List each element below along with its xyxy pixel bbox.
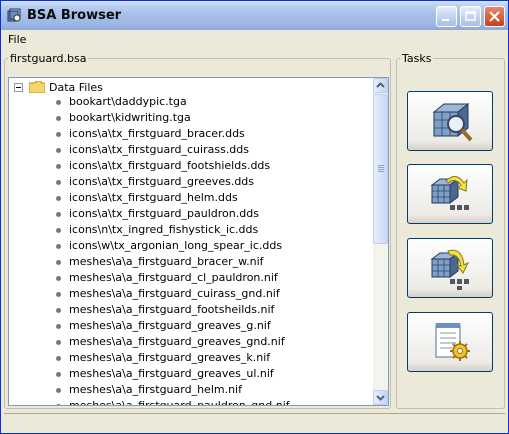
maximize-icon <box>465 11 476 21</box>
scroll-down-button[interactable] <box>373 390 388 405</box>
extract-all-button[interactable] <box>407 238 493 298</box>
tree-item[interactable]: meshes\a\a_firstguard_helm.nif <box>9 382 369 398</box>
file-tree[interactable]: Data Files bookart\daddypic.tga bookart\k… <box>8 77 389 406</box>
file-bullet-icon <box>56 212 61 217</box>
window-title: BSA Browser <box>27 8 122 23</box>
maximize-button[interactable] <box>460 6 481 27</box>
tree-item[interactable]: meshes\a\a_firstguard_greaves_g.nif <box>9 318 369 334</box>
file-bullet-icon <box>56 292 61 297</box>
file-bullet-icon <box>56 356 61 361</box>
file-bullet-icon <box>56 116 61 121</box>
tasks-label: Tasks <box>400 52 434 65</box>
collapse-toggle[interactable] <box>14 83 23 92</box>
tree-item[interactable]: meshes\a\a_firstguard_cuirass_gnd.nif <box>9 286 369 302</box>
scroll-thumb[interactable] <box>373 94 388 244</box>
file-bullet-icon <box>56 324 61 329</box>
tree-item[interactable]: icons\a\tx_firstguard_bracer.dds <box>9 126 369 142</box>
arrow-down-icon <box>376 395 385 401</box>
status-bar <box>4 413 505 432</box>
tree-root-node[interactable]: Data Files <box>9 78 309 94</box>
tree-item-label: icons\a\tx_firstguard_pauldron.dds <box>69 207 259 220</box>
minimize-button[interactable] <box>436 6 457 27</box>
tree-item-label: meshes\a\a_firstguard_bracer_w.nif <box>69 255 264 268</box>
minimize-icon <box>442 19 449 21</box>
tree-item-label: meshes\a\a_firstguard_cuirass_gnd.nif <box>69 287 280 300</box>
tree-item-label: meshes\a\a_firstguard_pauldron_gnd.nif <box>69 399 290 406</box>
close-icon <box>489 11 500 22</box>
settings-notepad-icon <box>435 323 470 361</box>
tree-item-label: icons\a\tx_firstguard_bracer.dds <box>69 127 245 140</box>
tree-root-label: Data Files <box>49 81 103 94</box>
tree-item[interactable]: meshes\a\a_firstguard_pauldron_gnd.nif <box>9 398 369 406</box>
tree-item-label: meshes\a\a_firstguard_greaves_ul.nif <box>69 367 274 380</box>
tree-item-label: meshes\a\a_firstguard_greaves_g.nif <box>69 319 271 332</box>
tree-item-label: bookart\daddypic.tga <box>69 95 187 108</box>
tree-item-label: icons\a\tx_firstguard_cuirass.dds <box>69 143 250 156</box>
archive-name: firstguard.bsa <box>8 52 89 65</box>
file-bullet-icon <box>56 404 61 405</box>
scroll-up-button[interactable] <box>373 78 388 93</box>
file-bullet-icon <box>56 132 61 137</box>
tree-item-label: icons\a\tx_firstguard_greeves.dds <box>69 175 255 188</box>
file-bullet-icon <box>56 260 61 265</box>
file-bullet-icon <box>56 228 61 233</box>
settings-button[interactable] <box>407 312 493 372</box>
file-bullet-icon <box>56 180 61 185</box>
tree-item[interactable]: icons\a\tx_firstguard_footshields.dds <box>9 158 369 174</box>
title-bar[interactable]: BSA Browser <box>1 1 508 30</box>
file-bullet-icon <box>56 196 61 201</box>
tree-item[interactable]: icons\a\tx_firstguard_greeves.dds <box>9 174 369 190</box>
tree-item[interactable]: meshes\a\a_firstguard_bracer_w.nif <box>9 254 369 270</box>
tree-item-label: icons\w\tx_argonian_long_spear_ic.dds <box>69 239 283 252</box>
tree-item-label: bookart\kidwriting.tga <box>69 111 191 124</box>
tree-item-label: icons\a\tx_firstguard_footshields.dds <box>69 159 271 172</box>
extract-button[interactable] <box>407 164 493 224</box>
tree-item[interactable]: meshes\a\a_firstguard_footsheilds.nif <box>9 302 369 318</box>
file-bullet-icon <box>56 388 61 393</box>
folder-icon <box>29 81 45 93</box>
arrow-up-icon <box>376 82 385 88</box>
file-bullet-icon <box>56 164 61 169</box>
tree-item[interactable]: meshes\a\a_firstguard_greaves_ul.nif <box>9 366 369 382</box>
tree-item[interactable]: icons\a\tx_firstguard_helm.dds <box>9 190 369 206</box>
tree-item-label: meshes\a\a_firstguard_helm.nif <box>69 383 242 396</box>
tree-item[interactable]: meshes\a\a_firstguard_cl_pauldron.nif <box>9 270 369 286</box>
tree-item-label: meshes\a\a_firstguard_cl_pauldron.nif <box>69 271 278 284</box>
vertical-scrollbar[interactable] <box>373 78 388 405</box>
file-bullet-icon <box>56 100 61 105</box>
tree-item[interactable]: icons\w\tx_argonian_long_spear_ic.dds <box>9 238 369 254</box>
file-bullet-icon <box>56 276 61 281</box>
tree-item-label: meshes\a\a_firstguard_footsheilds.nif <box>69 303 275 316</box>
tree-item-label: icons\n\tx_ingred_fishystick_ic.dds <box>69 223 259 236</box>
tree-item[interactable]: icons\a\tx_firstguard_pauldron.dds <box>9 206 369 222</box>
tree-item[interactable]: meshes\a\a_firstguard_greaves_gnd.nif <box>9 334 369 350</box>
tree-item-label: meshes\a\a_firstguard_greaves_gnd.nif <box>69 335 285 348</box>
main-window: BSA Browser File firstguard.bsa Data Fil… <box>0 0 509 434</box>
tree-item[interactable]: icons\n\tx_ingred_fishystick_ic.dds <box>9 222 369 238</box>
menu-bar: File <box>1 30 508 49</box>
close-button[interactable] <box>484 6 505 27</box>
file-bullet-icon <box>56 244 61 249</box>
file-bullet-icon <box>56 340 61 345</box>
cube-extract-icon <box>430 176 469 210</box>
open-archive-button[interactable] <box>407 91 493 151</box>
tree-item-label: meshes\a\a_firstguard_greaves_k.nif <box>69 351 271 364</box>
file-bullet-icon <box>56 148 61 153</box>
file-bullet-icon <box>56 308 61 313</box>
tree-item[interactable]: meshes\a\a_firstguard_greaves_k.nif <box>9 350 369 366</box>
file-bullet-icon <box>56 372 61 377</box>
tree-item-label: icons\a\tx_firstguard_helm.dds <box>69 191 238 204</box>
menu-file[interactable]: File <box>8 33 26 46</box>
tree-item[interactable]: icons\a\tx_firstguard_cuirass.dds <box>9 142 369 158</box>
cube-magnifier-icon <box>432 102 473 142</box>
tree-item[interactable]: bookart\daddypic.tga <box>9 94 369 110</box>
cube-extract-all-icon <box>430 249 470 290</box>
tree-item[interactable]: bookart\kidwriting.tga <box>9 110 369 126</box>
app-cube-icon <box>7 8 21 22</box>
